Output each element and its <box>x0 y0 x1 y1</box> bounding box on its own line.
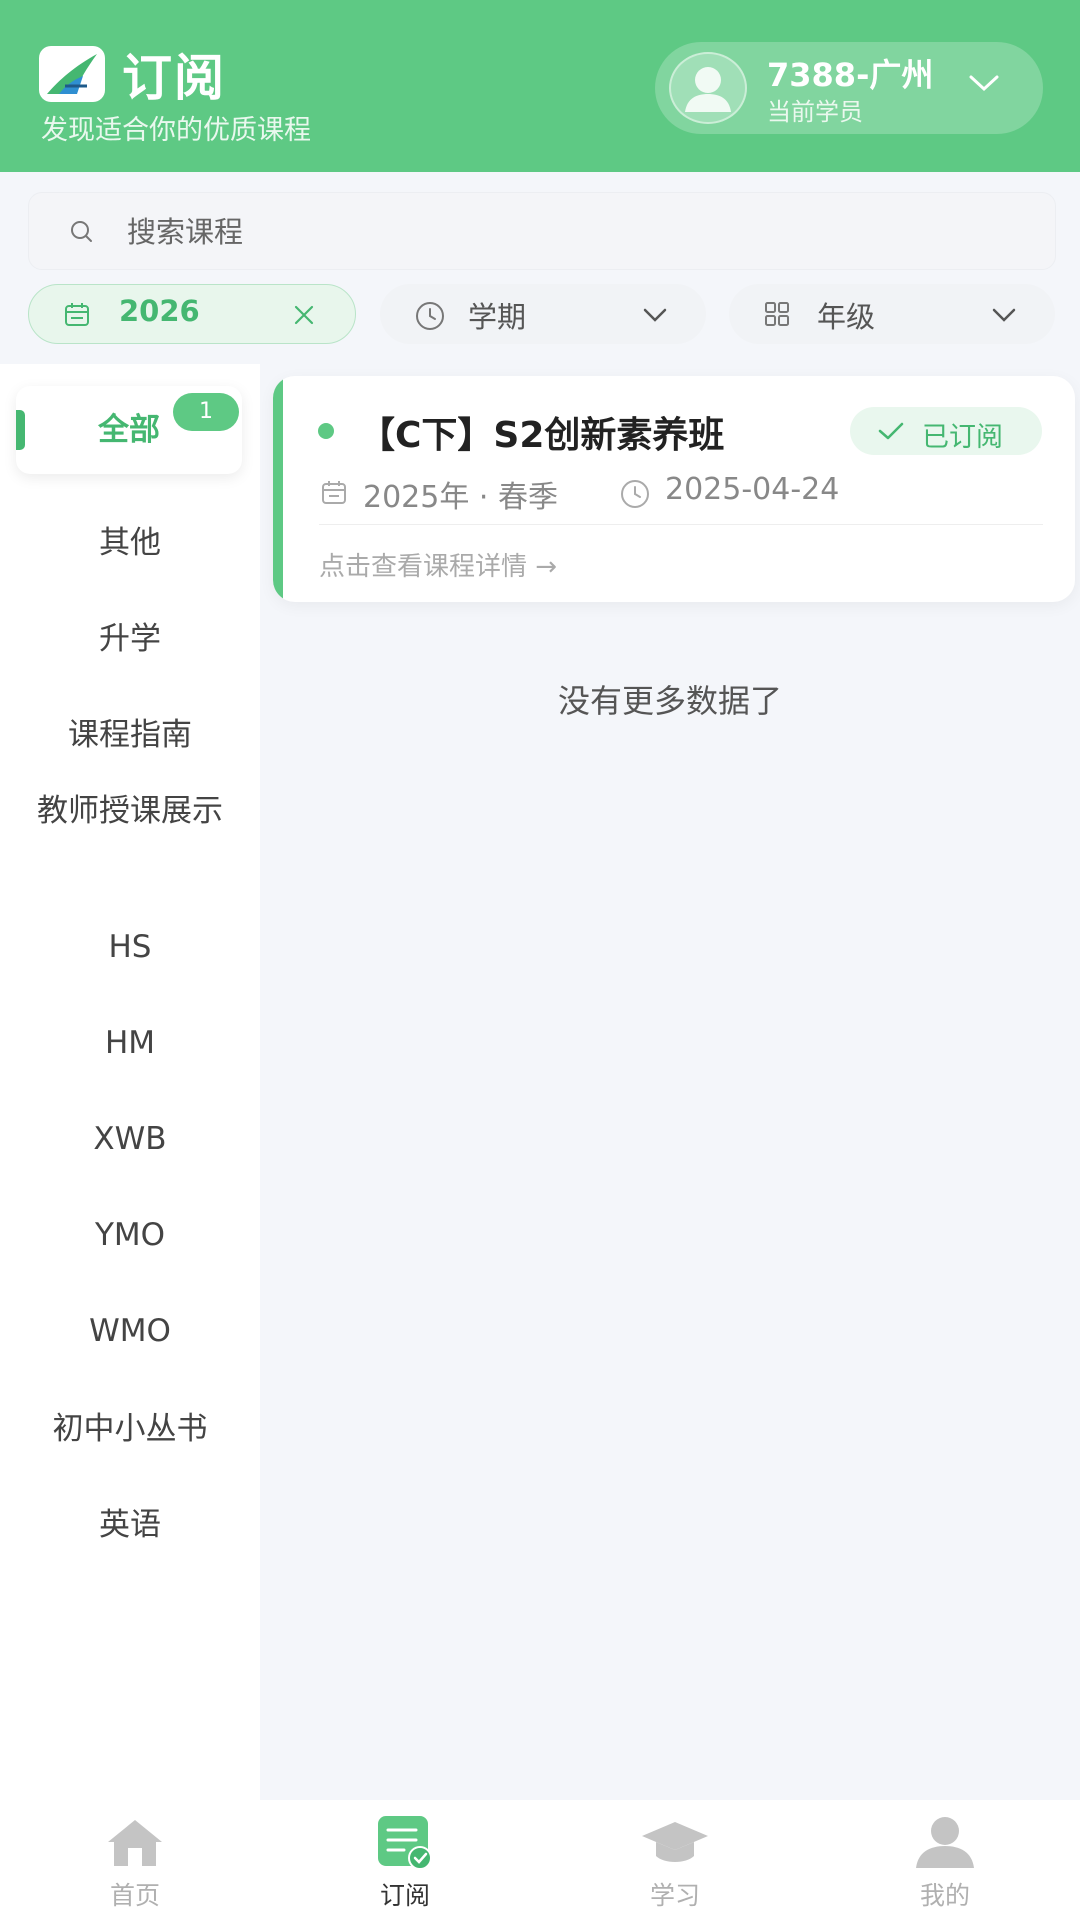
grid-icon <box>763 300 791 332</box>
divider <box>319 524 1043 525</box>
course-card[interactable]: 【C下】S2创新素养班 已订阅 2025年 · 春季 2025-04-24 点击… <box>273 376 1075 602</box>
sidebar-item-xwb[interactable]: XWB <box>0 1118 260 1160</box>
avatar <box>669 52 747 124</box>
status-badge: 已订阅 <box>850 407 1042 455</box>
user-role: 当前学员 <box>767 98 863 126</box>
clear-year-icon[interactable] <box>293 304 315 330</box>
course-period: 2025年 · 春季 <box>363 480 558 515</box>
sidebar-item-junior-books[interactable]: 初中小丛书 <box>0 1408 260 1450</box>
check-icon <box>876 419 906 447</box>
page-subtitle: 发现适合你的优质课程 <box>41 115 311 146</box>
tab-learn-label: 学习 <box>649 1881 700 1910</box>
sidebar-item-other[interactable]: 其他 <box>0 522 260 564</box>
tab-subscribe-label: 订阅 <box>379 1881 430 1910</box>
term-filter[interactable]: 学期 <box>380 284 706 344</box>
course-date: 2025-04-24 <box>665 472 840 507</box>
year-filter[interactable]: 2026 <box>28 284 356 344</box>
calendar-icon <box>321 480 347 510</box>
status-dot <box>318 423 334 439</box>
sidebar-item-course-guide[interactable]: 课程指南 <box>0 714 260 756</box>
header: 订阅 发现适合你的优质课程 7388-广州 当前学员 <box>0 0 1080 172</box>
clock-icon <box>414 300 446 336</box>
clock-icon <box>619 478 651 514</box>
course-detail-link[interactable]: 点击查看课程详情 → <box>319 546 557 583</box>
tab-subscribe[interactable]: 订阅 <box>270 1800 540 1920</box>
user-name: 7388-广州 <box>767 56 934 94</box>
tab-mine[interactable]: 我的 <box>810 1800 1080 1920</box>
page-title: 订阅 <box>122 49 226 107</box>
graduation-cap-icon <box>640 1814 710 1874</box>
sidebar-item-english[interactable]: 英语 <box>0 1504 260 1546</box>
grade-filter[interactable]: 年级 <box>729 284 1055 344</box>
list-end-text: 没有更多数据了 <box>557 682 782 720</box>
home-icon <box>100 1814 170 1874</box>
term-filter-label: 学期 <box>468 300 527 334</box>
user-switcher[interactable]: 7388-广州 当前学员 <box>655 42 1043 134</box>
sidebar-item-admission[interactable]: 升学 <box>0 618 260 660</box>
search-bar[interactable] <box>28 192 1056 270</box>
search-input[interactable] <box>127 205 987 259</box>
sidebar-item-wmo[interactable]: WMO <box>0 1310 260 1352</box>
course-title: 【C下】S2创新素养班 <box>359 415 725 456</box>
card-accent-bar <box>273 376 283 602</box>
sidebar-item-hm[interactable]: HM <box>0 1022 260 1064</box>
status-badge-label: 已订阅 <box>922 422 1003 453</box>
person-icon <box>910 1814 980 1874</box>
chevron-down-icon <box>967 72 1001 98</box>
tab-mine-label: 我的 <box>919 1881 970 1910</box>
count-badge: 1 <box>173 393 239 431</box>
tab-learn[interactable]: 学习 <box>540 1800 810 1920</box>
active-indicator <box>16 410 25 450</box>
subscribe-icon <box>370 1814 440 1874</box>
sidebar-item-hs[interactable]: HS <box>0 926 260 968</box>
category-sidebar: 全部 其他 升学 课程指南 教师授课展示 HS HM XWB YMO WMO 初… <box>0 364 260 1800</box>
sidebar-item-ymo[interactable]: YMO <box>0 1214 260 1256</box>
app-logo <box>39 46 105 102</box>
chevron-down-icon <box>642 306 668 328</box>
calendar-icon <box>63 301 91 333</box>
bottom-tab-bar: 首页 订阅 学习 我的 <box>0 1800 1080 1920</box>
sidebar-item-teacher-demo[interactable]: 教师授课展示 <box>30 790 230 832</box>
year-filter-value: 2026 <box>119 294 200 328</box>
search-icon <box>69 219 95 249</box>
tab-home-label: 首页 <box>109 1881 160 1910</box>
grade-filter-label: 年级 <box>817 300 876 334</box>
chevron-down-icon <box>991 306 1017 328</box>
tab-home[interactable]: 首页 <box>0 1800 270 1920</box>
